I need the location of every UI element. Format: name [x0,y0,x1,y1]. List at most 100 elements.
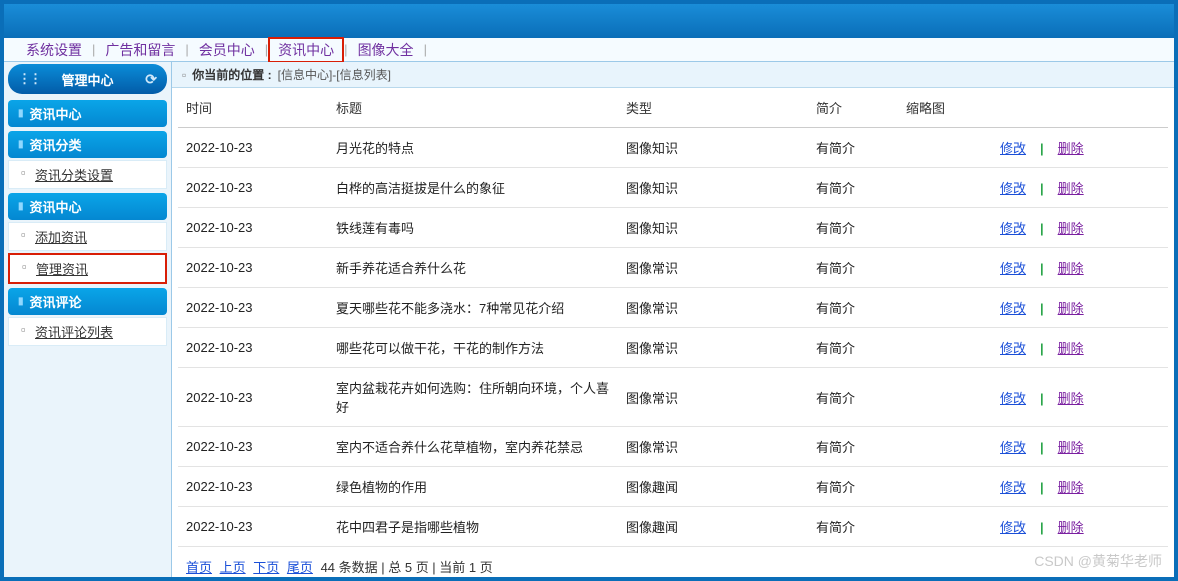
sidebar-section-title: 资讯中心 [8,100,167,127]
action-separator: | [1030,221,1054,236]
edit-link[interactable]: 修改 [996,391,1030,406]
topnav-item[interactable]: 系统设置 [16,40,92,60]
delete-link[interactable]: 删除 [1054,440,1088,455]
sidebar: 管理中心 资讯中心 资讯分类资讯分类设置资讯中心添加资讯管理资讯资讯评论资讯评论… [4,62,172,577]
cell-thumb [898,288,988,328]
edit-link[interactable]: 修改 [996,480,1030,495]
delete-link[interactable]: 删除 [1054,480,1088,495]
sidebar-item-link[interactable]: 管理资讯 [36,262,88,277]
topnav-item[interactable]: 会员中心 [189,40,265,60]
cell-title: 哪些花可以做干花，干花的制作方法 [328,328,618,368]
cell-thumb [898,168,988,208]
topnav-item[interactable]: 资讯中心 [268,37,344,63]
sidebar-item-link[interactable]: 资讯评论列表 [35,325,113,340]
cell-time: 2022-10-23 [178,208,328,248]
action-separator: | [1030,480,1054,495]
edit-link[interactable]: 修改 [996,341,1030,356]
cell-intro: 有简介 [808,248,898,288]
delete-link[interactable]: 删除 [1054,301,1088,316]
main-panel: ▫ 你当前的位置 : [信息中心]-[信息列表] 时间 标题 类型 简介 缩略图 [172,62,1174,577]
cell-actions: 修改|删除 [988,128,1168,168]
cell-type: 图像趣闻 [618,467,808,507]
cell-time: 2022-10-23 [178,507,328,547]
cell-type: 图像知识 [618,128,808,168]
pager-prev[interactable]: 上页 [220,560,246,575]
th-ops [988,88,1168,128]
breadcrumb: ▫ 你当前的位置 : [信息中心]-[信息列表] [172,62,1174,88]
sidebar-item-link[interactable]: 添加资讯 [35,230,87,245]
cell-actions: 修改|删除 [988,288,1168,328]
edit-link[interactable]: 修改 [996,181,1030,196]
pager-next[interactable]: 下页 [253,560,279,575]
body: 管理中心 资讯中心 资讯分类资讯分类设置资讯中心添加资讯管理资讯资讯评论资讯评论… [4,62,1174,577]
pager: 首页 上页 下页 尾页 44 条数据 | 总 5 页 | 当前 1 页 [178,547,1168,577]
cell-title: 新手养花适合养什么花 [328,248,618,288]
cell-actions: 修改|删除 [988,208,1168,248]
sidebar-item-link[interactable]: 资讯分类设置 [35,168,113,183]
th-intro: 简介 [808,88,898,128]
edit-link[interactable]: 修改 [996,261,1030,276]
delete-link[interactable]: 删除 [1054,181,1088,196]
table-row: 2022-10-23白桦的高洁挺拔是什么的象征图像知识有简介修改|删除 [178,168,1168,208]
cell-thumb [898,248,988,288]
cell-intro: 有简介 [808,467,898,507]
cell-intro: 有简介 [808,128,898,168]
sidebar-group-header[interactable]: 资讯评论 [8,288,167,315]
cell-thumb [898,427,988,467]
cell-intro: 有简介 [808,208,898,248]
edit-link[interactable]: 修改 [996,301,1030,316]
cell-type: 图像常识 [618,368,808,427]
sidebar-item[interactable]: 添加资讯 [8,222,167,251]
edit-link[interactable]: 修改 [996,141,1030,156]
cell-time: 2022-10-23 [178,467,328,507]
action-separator: | [1030,141,1054,156]
breadcrumb-prefix: 你当前的位置 : [192,66,271,83]
cell-actions: 修改|删除 [988,427,1168,467]
sidebar-group-header[interactable]: 资讯分类 [8,131,167,158]
edit-link[interactable]: 修改 [996,520,1030,535]
action-separator: | [1030,181,1054,196]
cell-thumb [898,328,988,368]
cell-type: 图像常识 [618,328,808,368]
delete-link[interactable]: 删除 [1054,391,1088,406]
cell-title: 月光花的特点 [328,128,618,168]
top-nav: 系统设置|广告和留言|会员中心|资讯中心|图像大全| [4,38,1174,62]
cell-title: 白桦的高洁挺拔是什么的象征 [328,168,618,208]
cell-time: 2022-10-23 [178,368,328,427]
pager-last[interactable]: 尾页 [287,560,313,575]
cell-type: 图像知识 [618,168,808,208]
sidebar-group-header[interactable]: 资讯中心 [8,193,167,220]
topnav-item[interactable]: 广告和留言 [95,40,185,60]
cell-intro: 有简介 [808,368,898,427]
sidebar-item[interactable]: 资讯分类设置 [8,160,167,189]
delete-link[interactable]: 删除 [1054,221,1088,236]
cell-title: 铁线莲有毒吗 [328,208,618,248]
cell-intro: 有简介 [808,427,898,467]
cell-title: 绿色植物的作用 [328,467,618,507]
cell-intro: 有简介 [808,288,898,328]
cell-title: 花中四君子是指哪些植物 [328,507,618,547]
table-wrapper: 时间 标题 类型 简介 缩略图 2022-10-23月光花的特点图像知识有简介修… [172,88,1174,577]
cell-title: 夏天哪些花不能多浇水：7种常见花介绍 [328,288,618,328]
cell-actions: 修改|删除 [988,368,1168,427]
cell-time: 2022-10-23 [178,128,328,168]
pager-first[interactable]: 首页 [186,560,212,575]
edit-link[interactable]: 修改 [996,221,1030,236]
sidebar-item[interactable]: 管理资讯 [8,253,167,284]
table-row: 2022-10-23室内盆栽花卉如何选购：住所朝向环境，个人喜好图像常识有简介修… [178,368,1168,427]
cell-thumb [898,467,988,507]
delete-link[interactable]: 删除 [1054,141,1088,156]
cell-time: 2022-10-23 [178,168,328,208]
delete-link[interactable]: 删除 [1054,520,1088,535]
table-row: 2022-10-23夏天哪些花不能多浇水：7种常见花介绍图像常识有简介修改|删除 [178,288,1168,328]
cell-actions: 修改|删除 [988,467,1168,507]
cell-thumb [898,368,988,427]
delete-link[interactable]: 删除 [1054,261,1088,276]
action-separator: | [1030,261,1054,276]
sidebar-item[interactable]: 资讯评论列表 [8,317,167,346]
cell-time: 2022-10-23 [178,248,328,288]
delete-link[interactable]: 删除 [1054,341,1088,356]
topnav-item[interactable]: 图像大全 [348,40,424,60]
edit-link[interactable]: 修改 [996,440,1030,455]
cell-time: 2022-10-23 [178,427,328,467]
